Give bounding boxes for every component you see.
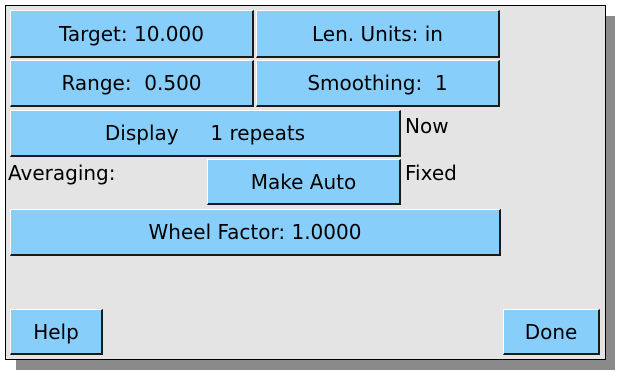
now-label: Now xyxy=(405,114,449,138)
help-button[interactable]: Help xyxy=(10,309,103,355)
done-button[interactable]: Done xyxy=(503,309,600,355)
settings-dialog: Target: 10.000 Len. Units: in Range: 0.5… xyxy=(5,5,606,360)
range-button[interactable]: Range: 0.500 xyxy=(10,60,254,107)
averaging-label: Averaging: xyxy=(8,161,116,185)
smoothing-button[interactable]: Smoothing: 1 xyxy=(256,60,500,107)
target-button[interactable]: Target: 10.000 xyxy=(10,10,254,58)
length-units-button[interactable]: Len. Units: in xyxy=(256,10,500,58)
wheel-factor-button[interactable]: Wheel Factor: 1.0000 xyxy=(10,209,501,256)
fixed-label: Fixed xyxy=(405,161,457,185)
make-auto-button[interactable]: Make Auto xyxy=(207,159,401,205)
display-repeats-button[interactable]: Display 1 repeats xyxy=(10,110,401,157)
